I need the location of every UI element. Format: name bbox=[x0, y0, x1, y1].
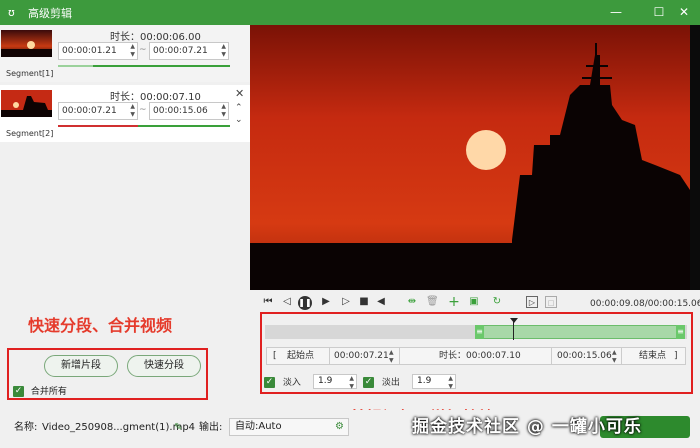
fade-in-checkbox[interactable]: ✓ 淡入 bbox=[264, 375, 301, 388]
chevron-up-icon[interactable]: ⌃ bbox=[235, 103, 243, 113]
segment-range-bar bbox=[58, 65, 230, 67]
add-segment-button[interactable]: 新增片段 bbox=[44, 355, 118, 377]
fade-out-checkbox[interactable]: ✓ 淡出 bbox=[363, 375, 400, 388]
range-separator: ~ bbox=[139, 45, 147, 55]
title-bar: ʊ 高级剪辑 — ☐ ✕ bbox=[0, 0, 700, 25]
spinner-icon[interactable]: ▲ ▼ bbox=[130, 103, 135, 119]
quick-split-button[interactable]: 快速分段 bbox=[127, 355, 201, 377]
edit-icon[interactable]: ✎ bbox=[174, 420, 182, 436]
range-end-handle[interactable]: ≡ bbox=[676, 325, 685, 339]
close-icon[interactable]: ✕ bbox=[235, 87, 244, 100]
range-separator: ~ bbox=[139, 105, 147, 115]
merge-all-checkbox[interactable]: ✓ 合并所有 bbox=[13, 384, 67, 397]
play-next-icon[interactable]: ▷ bbox=[340, 296, 352, 308]
checkmark-icon[interactable]: ✓ bbox=[264, 377, 275, 388]
checkmark-icon[interactable]: ✓ bbox=[363, 377, 374, 388]
gear-icon[interactable]: ⚙ bbox=[335, 419, 344, 435]
spinner-icon[interactable]: ▲ ▼ bbox=[612, 349, 617, 365]
playhead[interactable] bbox=[513, 320, 514, 340]
timeline-track[interactable]: ≡ ≡ bbox=[265, 325, 687, 339]
end-point-button[interactable]: 结束点 bbox=[639, 348, 666, 364]
maximize-button[interactable]: ☐ bbox=[652, 5, 666, 19]
segment-duration: 时长：00:00:07.10 bbox=[110, 92, 201, 103]
spinner-icon[interactable]: ▲ ▼ bbox=[130, 43, 135, 59]
bracket-left-icon: [ bbox=[273, 351, 277, 361]
segment-label: Segment[2] bbox=[6, 129, 54, 138]
fade-out-input[interactable]: 1.9 ▲ ▼ bbox=[412, 374, 456, 390]
rabbit-logo-icon: ʊ bbox=[8, 5, 15, 19]
file-name: Video_250908...gment(1).mp4 bbox=[42, 422, 196, 433]
segment-range-bar bbox=[58, 125, 230, 127]
spinner-icon[interactable]: ▲ ▼ bbox=[221, 103, 226, 119]
window-title: 高级剪辑 bbox=[28, 6, 72, 20]
chevron-down-icon[interactable]: ⌄ bbox=[235, 115, 243, 125]
output-select[interactable]: 自动:Auto ⚙ bbox=[229, 418, 349, 436]
end-time-field[interactable]: 00:00:15.06 bbox=[557, 348, 612, 364]
play-icon[interactable]: ▶ bbox=[320, 296, 332, 308]
close-button[interactable]: ✕ bbox=[677, 5, 691, 19]
segment-end-time[interactable]: 00:00:15.06 ▲ ▼ bbox=[149, 102, 229, 120]
delete-icon[interactable]: 🗑 bbox=[426, 296, 439, 308]
segment-start-time[interactable]: 00:00:01.21 ▲ ▼ bbox=[58, 42, 138, 60]
segment-start-time[interactable]: 00:00:07.21 ▲ ▼ bbox=[58, 102, 138, 120]
split-icon[interactable]: ⇹ bbox=[406, 296, 418, 308]
timeline-selection[interactable] bbox=[477, 325, 685, 339]
segment-thumbnail bbox=[1, 90, 52, 117]
skip-start-icon[interactable]: ⏮ bbox=[262, 296, 274, 308]
name-label: 名称: bbox=[14, 422, 38, 433]
reset-icon[interactable]: ↻ bbox=[491, 296, 503, 308]
range-start-handle[interactable]: ≡ bbox=[475, 325, 484, 339]
trim-duration: 时长：00:00:07.10 bbox=[439, 351, 521, 361]
segment-item[interactable]: Segment[2] 时长：00:00:07.10 00:00:07.21 ▲ ▼ … bbox=[0, 85, 250, 142]
minimize-button[interactable]: — bbox=[609, 5, 623, 19]
watermark: 掘金技术社区 @ 一罐小可乐 bbox=[412, 417, 642, 437]
spinner-icon[interactable]: ▲ ▼ bbox=[389, 349, 394, 365]
trim-row: [ 起始点 00:00:07.21 ▲ ▼ 时长：00:00:07.10 00:0… bbox=[266, 347, 686, 365]
start-time-field[interactable]: 00:00:07.21 bbox=[334, 348, 389, 364]
copy-icon[interactable]: ▣ bbox=[468, 296, 480, 308]
annotation-left: 快速分段、合并视频 bbox=[28, 316, 173, 335]
segment-duration: 时长：00:00:06.00 bbox=[110, 32, 201, 43]
add-icon[interactable]: + bbox=[448, 295, 460, 309]
playback-time: 00:00:09.08/00:00:15.06 bbox=[590, 299, 700, 309]
pause-icon[interactable]: ❚❚ bbox=[298, 296, 312, 310]
start-point-button[interactable]: 起始点 bbox=[287, 348, 314, 364]
segment-label: Segment[1] bbox=[6, 69, 54, 78]
segment-item[interactable]: Segment[1] 时长：00:00:06.00 00:00:01.21 ▲ ▼ … bbox=[0, 25, 250, 82]
marker-out-icon[interactable]: □ bbox=[545, 296, 557, 308]
checkmark-icon[interactable]: ✓ bbox=[13, 386, 24, 397]
marker-in-icon[interactable]: ▷ bbox=[526, 296, 538, 308]
volume-icon[interactable]: ◀ bbox=[375, 296, 387, 308]
bracket-right-icon: ] bbox=[674, 351, 678, 361]
stop-icon[interactable]: ■ bbox=[358, 296, 370, 308]
segment-thumbnail bbox=[1, 30, 52, 57]
frame-back-icon[interactable]: ◁ bbox=[281, 296, 293, 308]
output-label: 输出: bbox=[199, 422, 223, 433]
segment-end-time[interactable]: 00:00:07.21 ▲ ▼ bbox=[149, 42, 229, 60]
spinner-icon[interactable]: ▲ ▼ bbox=[221, 43, 226, 59]
playhead-marker-icon[interactable] bbox=[510, 318, 518, 323]
fade-in-input[interactable]: 1.9 ▲ ▼ bbox=[313, 374, 357, 390]
video-preview[interactable] bbox=[250, 25, 700, 290]
